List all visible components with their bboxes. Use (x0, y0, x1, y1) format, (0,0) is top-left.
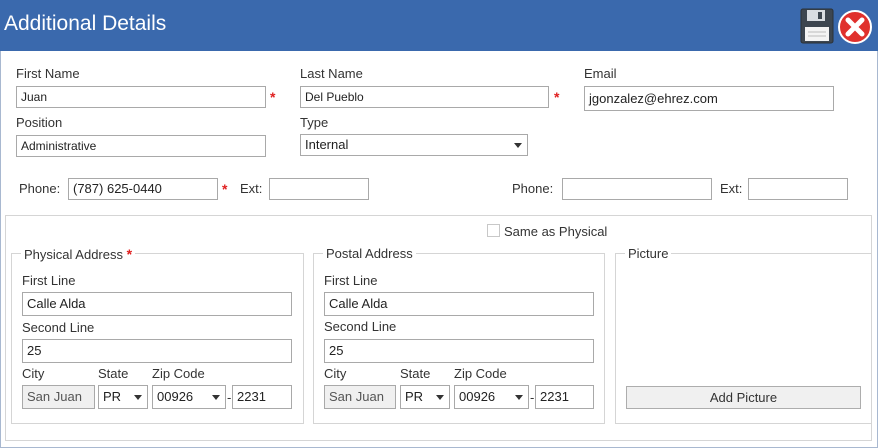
phone-label: Phone: (19, 181, 61, 196)
email-label: Email (584, 66, 617, 81)
window-title: Additional Details (4, 12, 167, 35)
physical-zip-dropdown[interactable]: 00926 (152, 385, 226, 409)
floppy-disk-icon[interactable] (800, 8, 834, 44)
phone-required-mark: * (222, 181, 228, 197)
physical-address-title-text: Physical Address (24, 247, 123, 262)
position-field[interactable]: Administrative (16, 135, 266, 157)
same-as-physical-checkbox[interactable] (487, 224, 500, 237)
postal-zip-value: 00926 (459, 389, 496, 404)
postal-state-dropdown[interactable]: PR (400, 385, 450, 409)
picture-title: Picture (625, 246, 672, 261)
chevron-down-icon (134, 395, 142, 400)
ext-label: Ext: (240, 181, 263, 196)
email-field[interactable]: jgonzalez@ehrez.com (584, 86, 834, 111)
type-label: Type (300, 115, 329, 130)
chevron-down-icon (515, 395, 523, 400)
physical-state-label: State (98, 366, 129, 381)
postal-address-title: Postal Address (323, 246, 416, 261)
first-name-required-mark: * (270, 89, 276, 105)
postal-zip-separator: - (530, 390, 535, 405)
physical-state-dropdown[interactable]: PR (98, 385, 148, 409)
chevron-down-icon (436, 395, 444, 400)
ext2-field[interactable] (748, 178, 848, 200)
postal-first-line-label: First Line (324, 273, 378, 288)
physical-address-title: Physical Address * (21, 246, 136, 262)
ext2-label: Ext: (720, 181, 743, 196)
physical-city-field[interactable]: San Juan (22, 385, 95, 409)
add-picture-button[interactable]: Add Picture (626, 386, 861, 409)
postal-city-label: City (324, 366, 347, 381)
last-name-required-mark: * (554, 89, 560, 105)
physical-zip-label: Zip Code (152, 366, 205, 381)
postal-zip-label: Zip Code (454, 366, 507, 381)
chevron-down-icon (514, 143, 522, 148)
postal-second-line-label: Second Line (324, 319, 397, 334)
physical-first-line-field[interactable]: Calle Alda (22, 292, 292, 316)
type-dropdown[interactable]: Internal (300, 134, 528, 156)
phone-field[interactable]: (787) 625-0440 (68, 178, 218, 200)
postal-zip-ext-field[interactable]: 2231 (535, 385, 594, 409)
postal-city-field[interactable]: San Juan (324, 385, 396, 409)
postal-second-line-field[interactable]: 25 (324, 339, 594, 363)
physical-zip-separator: - (227, 390, 232, 405)
close-icon[interactable] (837, 9, 873, 45)
physical-first-line-label: First Line (22, 273, 76, 288)
ext-field[interactable] (269, 178, 369, 200)
postal-first-line-field[interactable]: Calle Alda (324, 292, 594, 316)
physical-address-required-mark: * (126, 246, 133, 262)
position-label: Position (16, 115, 63, 130)
chevron-down-icon (212, 395, 220, 400)
type-value: Internal (305, 137, 349, 152)
first-name-label: First Name (16, 66, 80, 81)
physical-city-label: City (22, 366, 45, 381)
physical-zip-ext-field[interactable]: 2231 (232, 385, 292, 409)
postal-state-value: PR (405, 389, 424, 404)
physical-state-value: PR (103, 389, 122, 404)
physical-zip-value: 00926 (157, 389, 194, 404)
phone2-field[interactable] (562, 178, 712, 200)
first-name-field[interactable]: Juan (16, 86, 266, 108)
last-name-field[interactable]: Del Pueblo (300, 86, 549, 108)
phone2-label: Phone: (512, 181, 554, 196)
physical-second-line-label: Second Line (22, 320, 95, 335)
same-as-physical-label: Same as Physical (504, 224, 608, 239)
physical-second-line-field[interactable]: 25 (22, 339, 292, 363)
postal-state-label: State (400, 366, 431, 381)
postal-zip-dropdown[interactable]: 00926 (454, 385, 529, 409)
last-name-label: Last Name (300, 66, 363, 81)
